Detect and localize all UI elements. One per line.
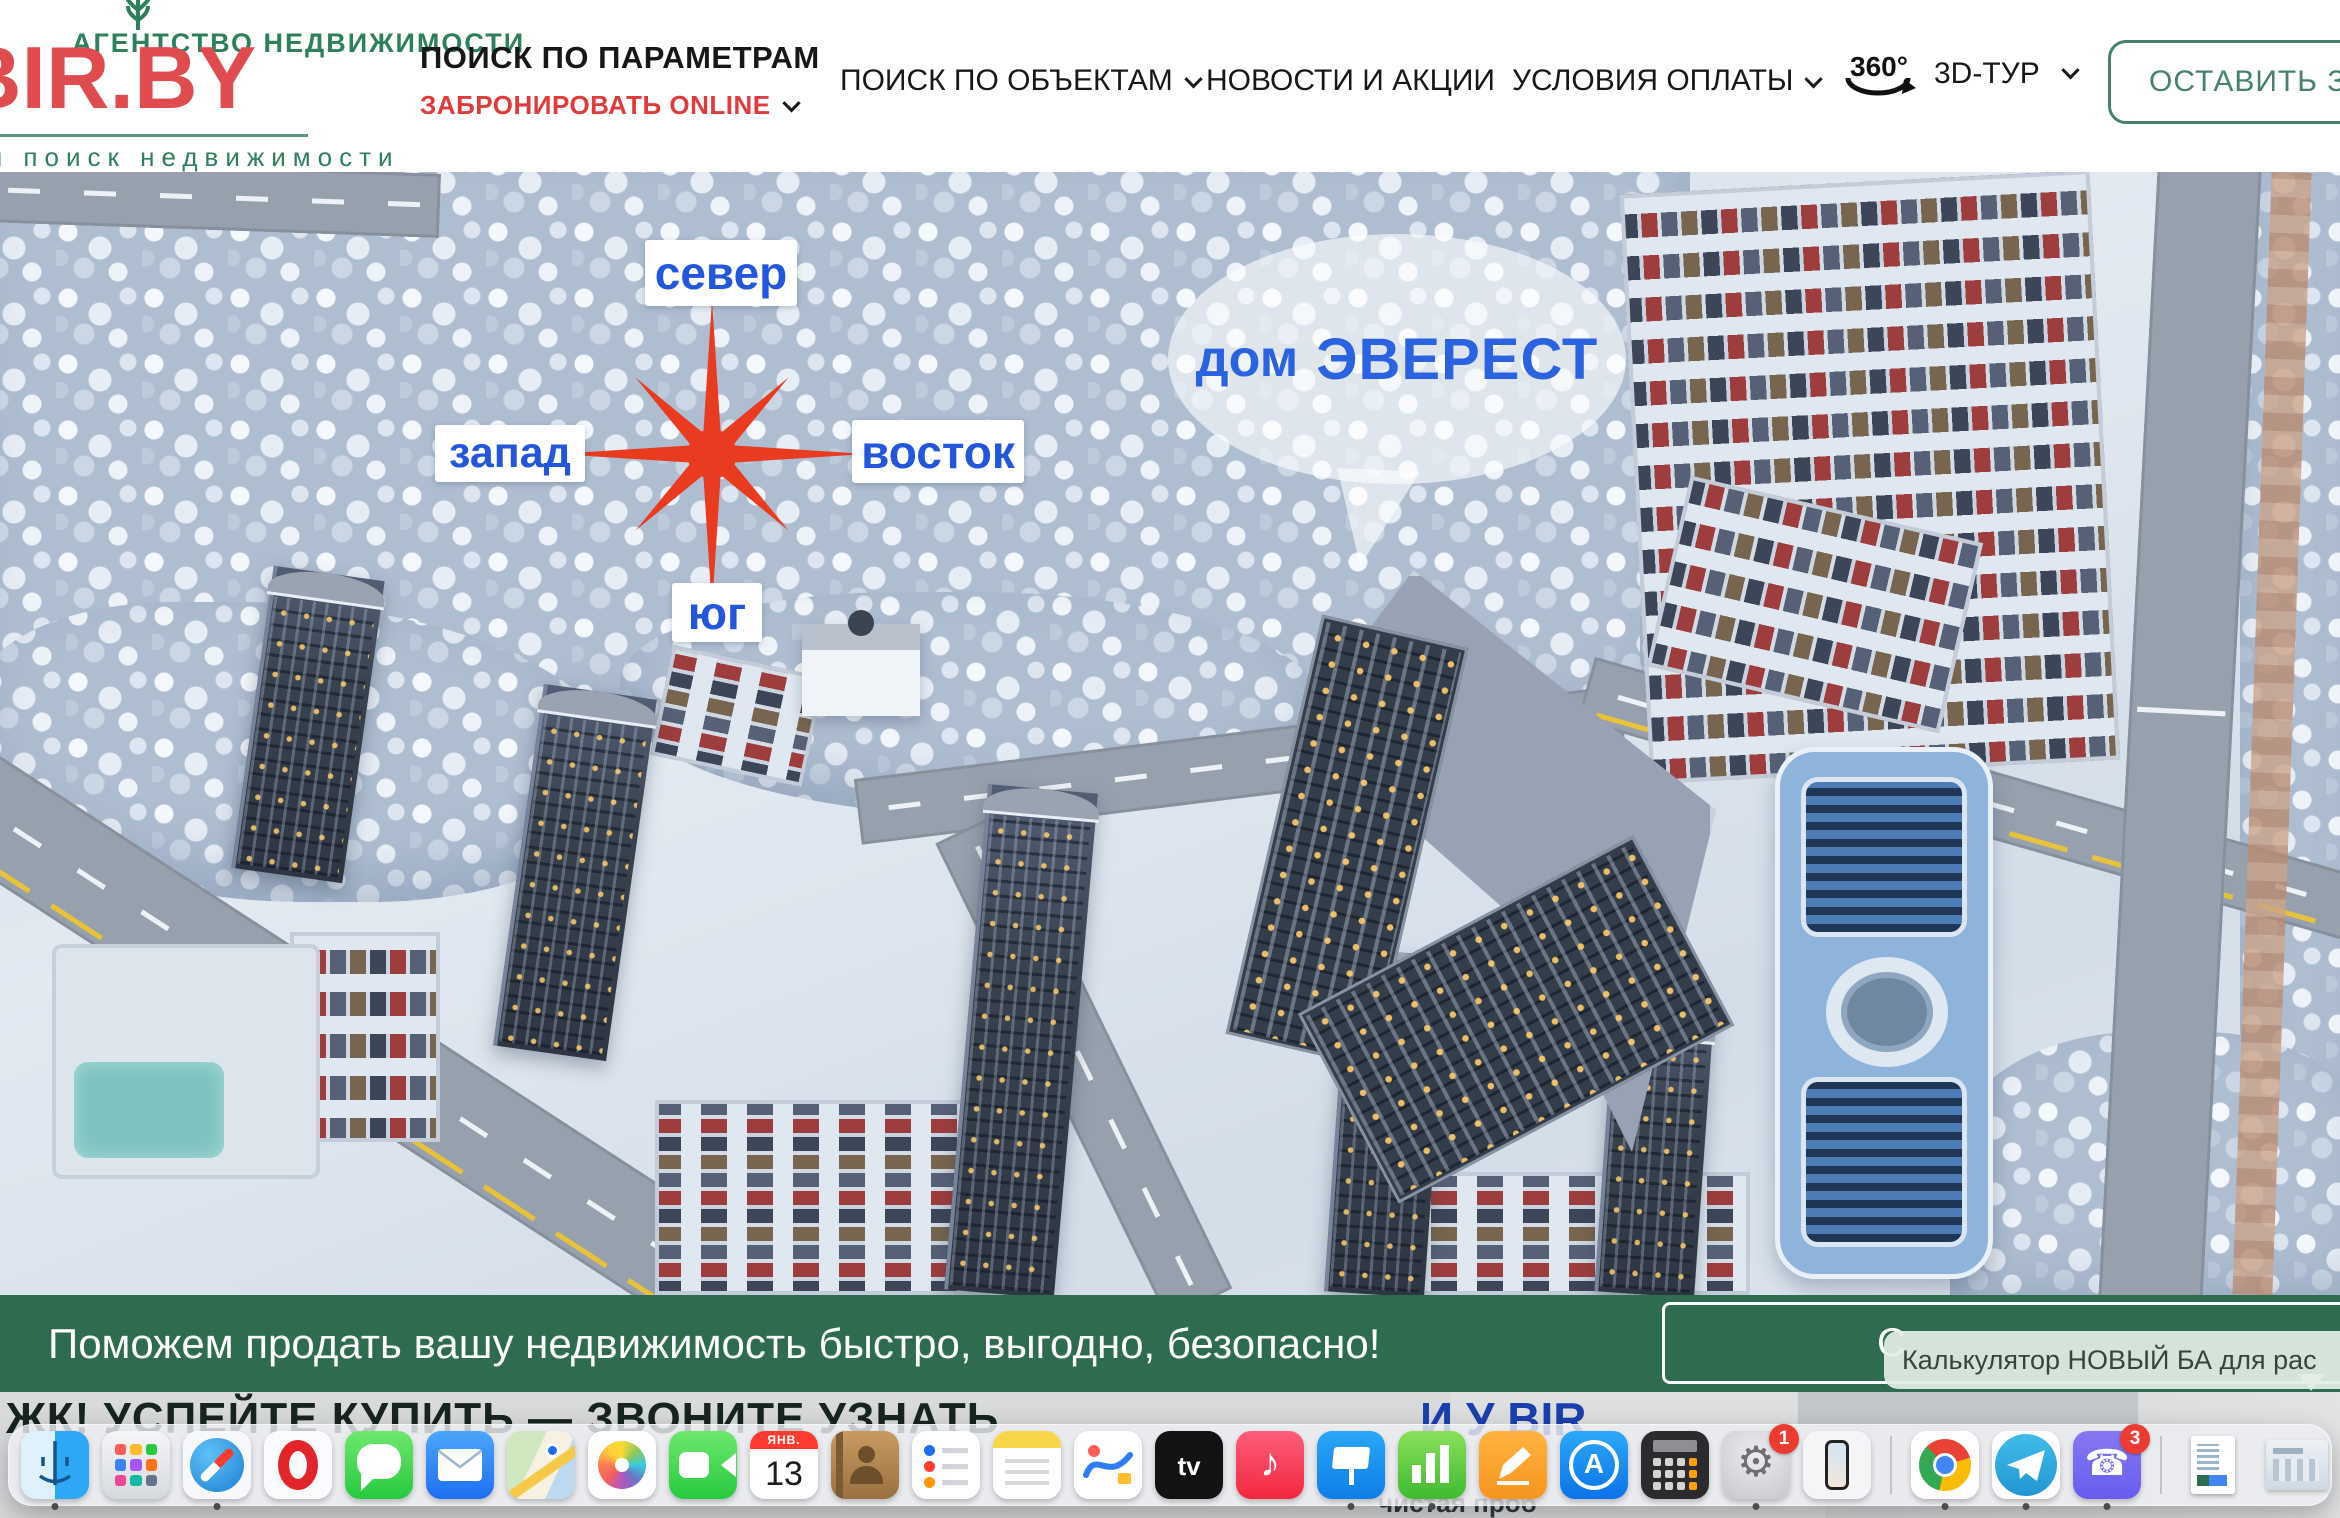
everest-building (1278, 560, 1728, 1210)
dock-maps-icon[interactable] (507, 1431, 575, 1499)
dock-winpreview-icon[interactable] (2262, 1431, 2330, 1499)
dock-reminders-icon[interactable] (912, 1431, 980, 1499)
dock-telegram-icon[interactable] (1992, 1431, 2060, 1499)
running-indicator (1429, 1503, 1436, 1510)
dock-chrome-icon[interactable] (1911, 1431, 1979, 1499)
running-indicator (1753, 1503, 1760, 1510)
chevron-down-icon (1184, 70, 1202, 88)
dock-photos-icon[interactable] (588, 1431, 656, 1499)
dock-settings-icon[interactable]: ⚙1 (1722, 1431, 1790, 1499)
nav-search-by-objects[interactable]: ПОИСК ПО ОБЪЕКТАМ (840, 64, 1200, 98)
dock-notes-icon[interactable] (993, 1431, 1061, 1499)
calculator-tooltip: Калькулятор НОВЫЙ БА для рас (1884, 1331, 2340, 1389)
running-indicator (1942, 1503, 1949, 1510)
dock-iphone-icon[interactable] (1803, 1431, 1871, 1499)
notification-badge: 3 (2120, 1424, 2150, 1454)
background-block (1798, 1392, 2138, 1426)
dock-separator (1890, 1436, 1892, 1494)
hero-aerial-rendering: север запад восток юг дом ЭВЕРЕСТ (0, 172, 2340, 1295)
compass-label-north: север (645, 240, 797, 306)
pool (74, 1062, 224, 1158)
running-indicator (214, 1503, 221, 1510)
school-roof (1806, 1082, 1962, 1242)
dock: ЯНВ.13 tv♪ A ⚙1 ☎3 (8, 1424, 2332, 1506)
logo-divider (0, 134, 308, 137)
nav-payment-terms[interactable]: УСЛОВИЯ ОПЛАТЫ (1512, 64, 1820, 98)
dock-contacts-icon[interactable] (831, 1431, 899, 1499)
dock-facetime-icon[interactable] (669, 1431, 737, 1499)
dock-launchpad-icon[interactable] (102, 1431, 170, 1499)
dock-numbers-icon[interactable] (1398, 1431, 1466, 1499)
school-building (1775, 747, 1993, 1279)
dock-safari-icon[interactable] (183, 1431, 251, 1499)
running-indicator (2104, 1503, 2111, 1510)
dock-messages-icon[interactable] (345, 1431, 413, 1499)
compass-label-south: юг (672, 583, 762, 642)
playground-yard (52, 944, 320, 1179)
school-roof (1806, 782, 1962, 932)
logo[interactable]: АГЕНТСТВО НЕДВИЖИМОСТИ BIR.BY ый поиск н… (0, 0, 438, 174)
dock-music-icon[interactable]: ♪ (1236, 1431, 1304, 1499)
running-indicator (2023, 1503, 2030, 1510)
dock-freeform-icon[interactable] (1074, 1431, 1142, 1499)
notification-badge: 1 (1769, 1424, 1799, 1454)
compass-label-east: восток (852, 420, 1024, 483)
nav-news-promos[interactable]: НОВОСТИ И АКЦИИ (1206, 64, 1495, 98)
nav-search-by-params[interactable]: ПОИСК ПО ПАРАМЕТРАМ ЗАБРОНИРОВАТЬ ONLINE (420, 40, 770, 121)
chevron-down-icon (782, 94, 800, 112)
church-building (802, 624, 920, 716)
dock-calendar-icon[interactable]: ЯНВ.13 (750, 1431, 818, 1499)
parking-lot (655, 1100, 990, 1295)
logo-text: BIR.BY (0, 34, 256, 122)
dock-docpreview-icon[interactable] (2181, 1431, 2249, 1499)
nav-3d-tour[interactable]: 360° 3D-ТУР (1832, 42, 2077, 106)
dock-opera-icon[interactable] (264, 1431, 332, 1499)
running-indicator (52, 1503, 59, 1510)
compass-star-icon (547, 289, 877, 619)
banner-message: Поможем продать вашу недвижимость быстро… (48, 1295, 1380, 1392)
dock-separator (2160, 1436, 2162, 1494)
everest-callout-bubble: дом ЭВЕРЕСТ (1168, 234, 1626, 484)
running-indicator (1348, 1503, 1355, 1510)
leave-request-button[interactable]: ОСТАВИТЬ ЗАЯВКУ (2108, 40, 2340, 124)
chevron-down-icon (1805, 70, 1823, 88)
dock-appstore-icon[interactable]: A (1560, 1431, 1628, 1499)
compass-label-west: запад (435, 425, 585, 482)
chevron-down-icon (2061, 61, 2079, 79)
dock-appletv-icon[interactable]: tv (1155, 1431, 1223, 1499)
dock-finder-icon[interactable] (21, 1431, 89, 1499)
dock-pages-icon[interactable] (1479, 1431, 1547, 1499)
logo-branch-icon (108, 0, 168, 30)
nav-book-online[interactable]: ЗАБРОНИРОВАТЬ ONLINE (420, 90, 770, 121)
dock-viber-icon[interactable]: ☎3 (2073, 1431, 2141, 1499)
logo-subtext: ый поиск недвижимости (0, 142, 400, 173)
dock-keynote-icon[interactable] (1317, 1431, 1385, 1499)
svg-text:360°: 360° (1850, 51, 1908, 82)
dock-mail-icon[interactable] (426, 1431, 494, 1499)
sell-promo-banner: Поможем продать вашу недвижимость быстро… (0, 1295, 2340, 1392)
school-courtyard-ring (1826, 957, 1948, 1067)
dock-calculator-icon[interactable] (1641, 1431, 1709, 1499)
360-rotation-icon: 360° (1832, 42, 1924, 106)
site-header: АГЕНТСТВО НЕДВИЖИМОСТИ BIR.BY ый поиск н… (0, 0, 2340, 172)
